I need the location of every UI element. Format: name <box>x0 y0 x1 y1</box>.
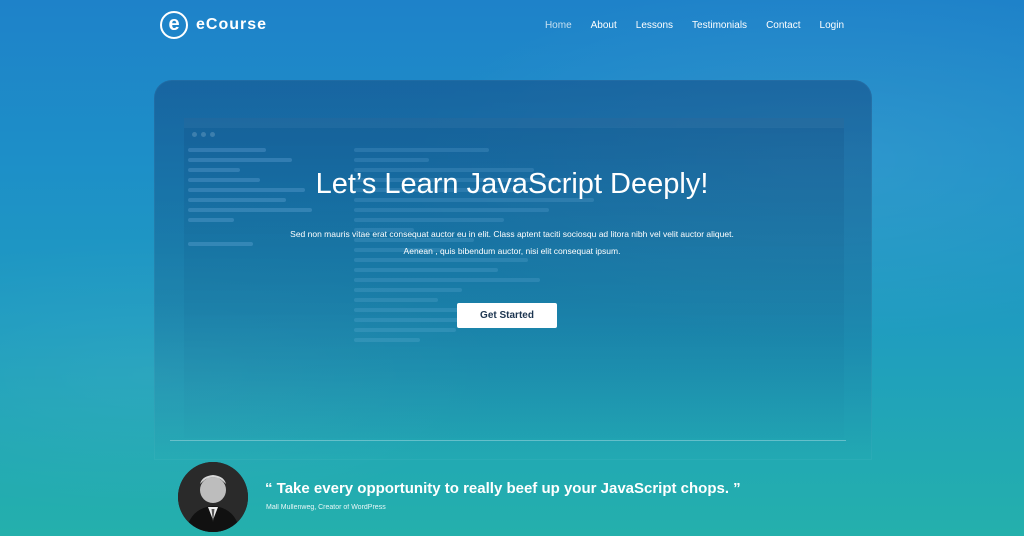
person-portrait-icon <box>178 462 248 532</box>
hero-subtitle-line-1: Sed non mauris vitae erat consequat auct… <box>290 229 734 239</box>
get-started-button[interactable]: Get Started <box>457 303 557 328</box>
background-monitor-image <box>154 80 872 460</box>
logo-icon: e <box>160 11 188 39</box>
nav-about[interactable]: About <box>591 20 617 31</box>
brand-logo[interactable]: e eCourse <box>160 11 267 39</box>
nav-contact[interactable]: Contact <box>766 20 800 31</box>
nav-testimonials[interactable]: Testimonials <box>692 20 747 31</box>
testimonial-quote: “ Take every opportunity to really beef … <box>265 480 741 497</box>
nav-home[interactable]: Home <box>545 20 572 31</box>
brand-name: eCourse <box>196 16 268 33</box>
section-divider <box>170 440 846 441</box>
background-code-screen <box>184 118 844 438</box>
main-nav: Home About Lessons Testimonials Contact … <box>545 20 844 31</box>
hero-subtitle-line-2: Aenean , quis bibendum auctor, nisi elit… <box>403 246 621 256</box>
hero-subtitle: Sed non mauris vitae erat consequat auct… <box>0 226 1024 260</box>
nav-login[interactable]: Login <box>820 20 844 31</box>
testimonial-avatar <box>178 462 248 532</box>
hero-title: Let’s Learn JavaScript Deeply! <box>315 168 709 200</box>
testimonial-author: Mall Mullenweg, Creator of WordPress <box>266 504 386 511</box>
nav-lessons[interactable]: Lessons <box>636 20 673 31</box>
